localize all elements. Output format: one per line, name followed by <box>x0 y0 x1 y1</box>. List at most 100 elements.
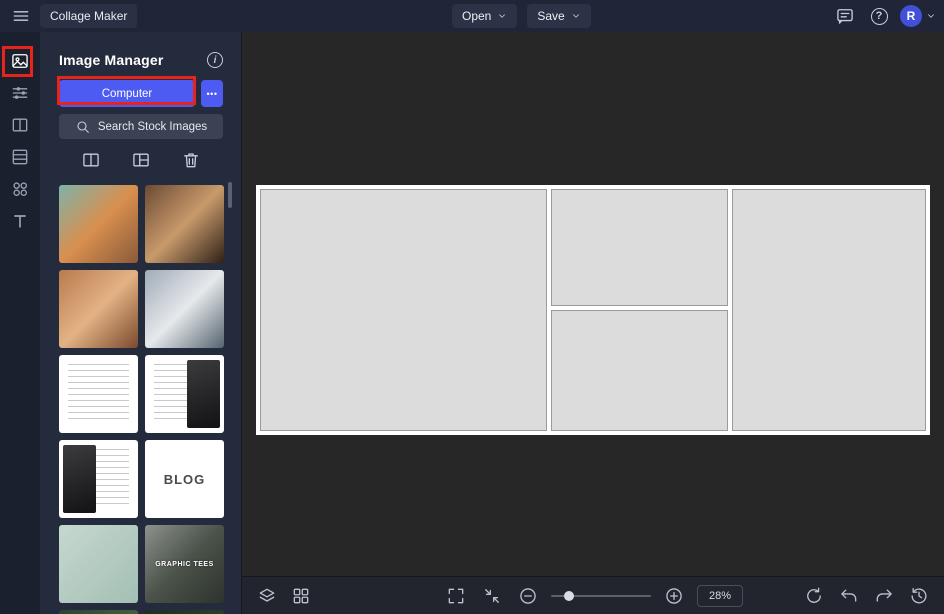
rows-grid-icon <box>10 147 30 167</box>
layout-split-icon <box>81 150 101 170</box>
search-stock-images-button[interactable]: Search Stock Images <box>59 114 223 139</box>
thumbnail-grid: BLOGGRAPHIC TEES <box>59 185 224 614</box>
thumbnail-photo-block <box>63 445 96 512</box>
sidebar-item-edit-settings[interactable] <box>0 78 40 108</box>
thumbnail-dark-green-photo[interactable] <box>145 610 224 614</box>
grid-toggle-button[interactable] <box>288 583 314 609</box>
sidebar-item-layouts[interactable] <box>0 110 40 140</box>
thumbnail-text: BLOG <box>145 440 224 518</box>
more-options-button[interactable]: ••• <box>201 80 223 107</box>
bottom-toolbar: 28% <box>242 576 944 614</box>
bottom-toolbar-center: 28% <box>443 583 743 609</box>
zoom-out-button[interactable] <box>515 583 541 609</box>
sidebar-item-image-manager[interactable] <box>0 46 40 76</box>
delete-button[interactable] <box>178 147 204 173</box>
zoom-value[interactable]: 28% <box>697 585 743 607</box>
thumbnail-laptop-on-desk[interactable] <box>145 270 224 348</box>
chevron-down-icon <box>497 11 507 21</box>
fit-screen-icon <box>482 586 502 606</box>
panel-scrollbar[interactable] <box>228 182 232 208</box>
collage-cell-center-bottom[interactable] <box>551 310 728 431</box>
collage-cell-left[interactable] <box>260 189 547 431</box>
four-circles-icon <box>10 179 30 199</box>
grid-view-button[interactable] <box>78 147 104 173</box>
fullscreen-icon <box>446 586 466 606</box>
zoom-in-button[interactable] <box>661 583 687 609</box>
thumbnail-green-toned-photo[interactable] <box>59 610 138 614</box>
thumbnail-document-with-pants-photo[interactable] <box>145 355 224 433</box>
source-row: Computer ••• <box>59 80 223 107</box>
reset-canvas-button[interactable] <box>801 583 827 609</box>
chevron-down-icon <box>926 11 936 21</box>
thumbnail-policy-text-document[interactable] <box>59 355 138 433</box>
redo-icon <box>874 586 894 606</box>
redo-button[interactable] <box>871 583 897 609</box>
topbar-right: ? R <box>832 3 936 29</box>
help-button[interactable]: ? <box>866 3 892 29</box>
thumbnail-hands-holding-cash-receipts[interactable] <box>145 185 224 263</box>
search-icon <box>75 119 91 135</box>
collage-maker-app: Collage Maker Open Save ? <box>0 0 944 614</box>
topbar-left: Collage Maker <box>8 3 137 29</box>
sidebar-item-text[interactable] <box>0 206 40 236</box>
topbar: Collage Maker Open Save ? <box>0 0 944 32</box>
minus-circle-icon <box>518 586 538 606</box>
open-button[interactable]: Open <box>452 4 517 28</box>
search-stock-images-label: Search Stock Images <box>98 121 207 133</box>
bottom-toolbar-right <box>801 583 932 609</box>
fit-to-screen-button[interactable] <box>479 583 505 609</box>
save-button-label: Save <box>537 9 564 23</box>
rotate-refresh-icon <box>804 586 824 606</box>
computer-button[interactable]: Computer <box>59 80 195 107</box>
thumbnail-text: GRAPHIC TEES <box>145 525 224 603</box>
thumbnail-frosted-green-glass[interactable] <box>59 525 138 603</box>
thumbnail-photo-block <box>187 360 220 427</box>
bottom-toolbar-left <box>254 583 314 609</box>
zoom-slider-knob[interactable] <box>564 591 574 601</box>
photo-icon <box>10 51 30 71</box>
sidebar-icon-rail <box>0 32 40 614</box>
thumbnail-blog-title-page[interactable]: BLOG <box>145 440 224 518</box>
history-button[interactable] <box>906 583 932 609</box>
text-tool-icon <box>10 211 30 231</box>
panel-header: Image Manager i <box>59 50 223 70</box>
sliders-icon <box>10 83 30 103</box>
four-squares-icon <box>291 586 311 606</box>
zoom-slider[interactable] <box>551 587 651 605</box>
thumbnail-pants-product-document[interactable] <box>59 440 138 518</box>
undo-button[interactable] <box>836 583 862 609</box>
layers-icon <box>257 586 277 606</box>
sidebar-item-graphics[interactable] <box>0 174 40 204</box>
collage-view-button[interactable] <box>128 147 154 173</box>
chevron-down-icon <box>571 11 581 21</box>
open-button-label: Open <box>462 9 491 23</box>
panel-title: Image Manager <box>59 52 164 68</box>
collage-cell-right[interactable] <box>732 189 926 431</box>
thumbnail-tools-row <box>59 147 223 173</box>
plus-circle-icon <box>664 586 684 606</box>
image-manager-panel: Image Manager i Computer ••• Search Stoc… <box>40 32 242 614</box>
thumbnail-woman-working-on-laptop[interactable] <box>59 270 138 348</box>
canvas-stage: 28% <box>242 32 944 614</box>
account-button[interactable]: R <box>900 5 936 27</box>
undo-icon <box>839 586 859 606</box>
thumbnail-graphic-tees-truck-photo[interactable]: GRAPHIC TEES <box>145 525 224 603</box>
history-clock-icon <box>909 586 929 606</box>
collage-cell-center-top[interactable] <box>551 189 728 306</box>
info-icon[interactable]: i <box>207 52 223 68</box>
save-button[interactable]: Save <box>527 4 590 28</box>
feedback-button[interactable] <box>832 3 858 29</box>
hamburger-icon <box>11 6 31 26</box>
help-icon: ? <box>871 8 888 25</box>
chat-bubble-icon <box>835 6 855 26</box>
collage-canvas[interactable] <box>256 185 930 435</box>
hamburger-menu-button[interactable] <box>8 3 34 29</box>
topbar-center: Open Save <box>452 0 591 32</box>
thumbnail-woman-unpacking-shopping-bags[interactable] <box>59 185 138 263</box>
collage-grid-icon <box>131 150 151 170</box>
app-title: Collage Maker <box>40 4 137 28</box>
collage-center-column <box>551 189 728 431</box>
sidebar-item-patterns[interactable] <box>0 142 40 172</box>
fullscreen-button[interactable] <box>443 583 469 609</box>
layers-button[interactable] <box>254 583 280 609</box>
